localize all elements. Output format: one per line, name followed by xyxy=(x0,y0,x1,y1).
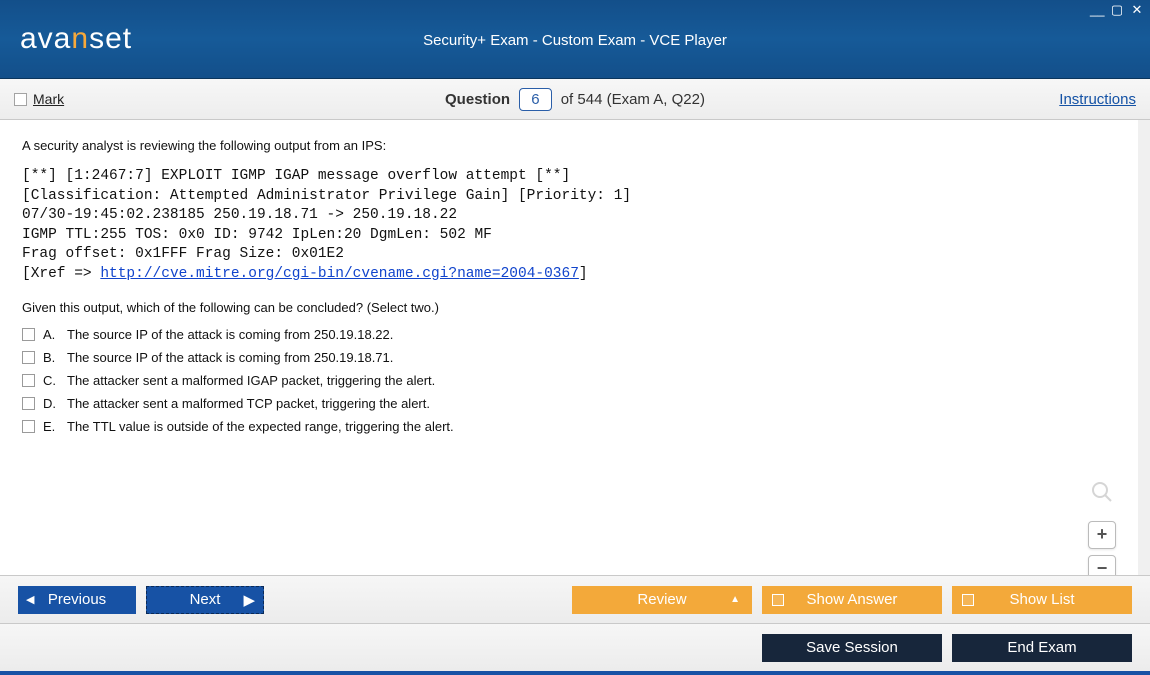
ips-line: [Xref => xyxy=(22,266,100,282)
review-button[interactable]: Review ▲ xyxy=(572,586,752,614)
maximize-icon[interactable]: ▢ xyxy=(1110,2,1124,18)
ips-line: Frag offset: 0x1FFF Frag Size: 0x01E2 xyxy=(22,246,344,262)
option-text: The source IP of the attack is coming fr… xyxy=(67,327,393,342)
question-body: A security analyst is reviewing the foll… xyxy=(0,120,1150,575)
question-sub: Given this output, which of the followin… xyxy=(22,300,1116,315)
cve-link[interactable]: http://cve.mitre.org/cgi-bin/cvename.cgi… xyxy=(100,266,579,282)
option-text: The attacker sent a malformed TCP packet… xyxy=(67,396,430,411)
mark-checkbox[interactable] xyxy=(14,93,27,106)
show-answer-checkbox[interactable] xyxy=(772,594,784,606)
question-stem: A security analyst is reviewing the foll… xyxy=(22,138,1116,153)
next-label: Next xyxy=(190,591,221,608)
search-icon[interactable] xyxy=(1090,480,1114,504)
previous-button[interactable]: ◀ Previous xyxy=(18,586,136,614)
option-checkbox[interactable] xyxy=(22,374,35,387)
zoom-in-button[interactable]: + xyxy=(1088,521,1116,549)
brand-part-1: ava xyxy=(20,22,71,55)
option-checkbox[interactable] xyxy=(22,328,35,341)
option-checkbox[interactable] xyxy=(22,397,35,410)
minimize-icon[interactable]: __ xyxy=(1090,2,1104,18)
question-of-text: of 544 (Exam A, Q22) xyxy=(561,91,705,108)
ips-line: [**] [1:2467:7] EXPLOIT IGMP IGAP messag… xyxy=(22,168,570,184)
show-list-button[interactable]: Show List xyxy=(952,586,1132,614)
option-text: The source IP of the attack is coming fr… xyxy=(67,350,393,365)
chevron-up-icon: ▲ xyxy=(730,594,740,605)
option-letter: D. xyxy=(43,396,59,411)
chevron-left-icon: ◀ xyxy=(26,593,34,606)
mark-label: Mark xyxy=(33,91,64,107)
close-icon[interactable]: ✕ xyxy=(1130,2,1144,18)
ips-line: [Classification: Attempted Administrator… xyxy=(22,188,631,204)
question-word: Question xyxy=(445,91,510,108)
window-title: Security+ Exam - Custom Exam - VCE Playe… xyxy=(0,32,1150,49)
question-position: Question 6 of 544 (Exam A, Q22) xyxy=(0,88,1150,111)
instructions-link[interactable]: Instructions xyxy=(1059,91,1136,108)
ips-line: 07/30-19:45:02.238185 250.19.18.71 -> 25… xyxy=(22,207,457,223)
brand-part-2: n xyxy=(71,22,89,55)
option-b[interactable]: B. The source IP of the attack is coming… xyxy=(22,350,1116,365)
show-list-checkbox[interactable] xyxy=(962,594,974,606)
show-answer-button[interactable]: Show Answer xyxy=(762,586,942,614)
nav-bar: ◀ Previous Next ▶ Review ▲ Show Answer S… xyxy=(0,575,1150,623)
option-a[interactable]: A. The source IP of the attack is coming… xyxy=(22,327,1116,342)
question-number-box[interactable]: 6 xyxy=(519,88,551,111)
zoom-out-button[interactable]: − xyxy=(1088,555,1116,575)
ips-output: [**] [1:2467:7] EXPLOIT IGMP IGAP messag… xyxy=(22,167,1116,284)
mark-control[interactable]: Mark xyxy=(14,91,64,107)
show-list-label: Show List xyxy=(1009,591,1074,608)
end-exam-button[interactable]: End Exam xyxy=(952,634,1132,662)
option-d[interactable]: D. The attacker sent a malformed TCP pac… xyxy=(22,396,1116,411)
option-checkbox[interactable] xyxy=(22,420,35,433)
option-letter: C. xyxy=(43,373,59,388)
option-text: The attacker sent a malformed IGAP packe… xyxy=(67,373,435,388)
option-letter: A. xyxy=(43,327,59,342)
ips-line: IGMP TTL:255 TOS: 0x0 ID: 9742 IpLen:20 … xyxy=(22,227,492,243)
option-letter: E. xyxy=(43,419,59,434)
review-label: Review xyxy=(637,591,686,608)
option-letter: B. xyxy=(43,350,59,365)
show-answer-label: Show Answer xyxy=(807,591,898,608)
option-e[interactable]: E. The TTL value is outside of the expec… xyxy=(22,419,1116,434)
options-list: A. The source IP of the attack is coming… xyxy=(22,327,1116,434)
window-controls: __ ▢ ✕ xyxy=(1090,2,1144,18)
brand-logo: avanset xyxy=(0,22,132,56)
next-button[interactable]: Next ▶ xyxy=(146,586,264,614)
ips-line: ] xyxy=(579,266,588,282)
save-session-button[interactable]: Save Session xyxy=(762,634,942,662)
zoom-controls: + − xyxy=(1088,480,1116,575)
previous-label: Previous xyxy=(48,591,106,608)
brand-part-3: set xyxy=(89,22,132,55)
bottom-bar: Save Session End Exam xyxy=(0,623,1150,671)
title-bar: avanset Security+ Exam - Custom Exam - V… xyxy=(0,0,1150,79)
question-header: Mark Question 6 of 544 (Exam A, Q22) Ins… xyxy=(0,79,1150,120)
base-accent-line xyxy=(0,671,1150,675)
option-text: The TTL value is outside of the expected… xyxy=(67,419,454,434)
chevron-right-icon: ▶ xyxy=(243,591,255,609)
option-checkbox[interactable] xyxy=(22,351,35,364)
option-c[interactable]: C. The attacker sent a malformed IGAP pa… xyxy=(22,373,1116,388)
